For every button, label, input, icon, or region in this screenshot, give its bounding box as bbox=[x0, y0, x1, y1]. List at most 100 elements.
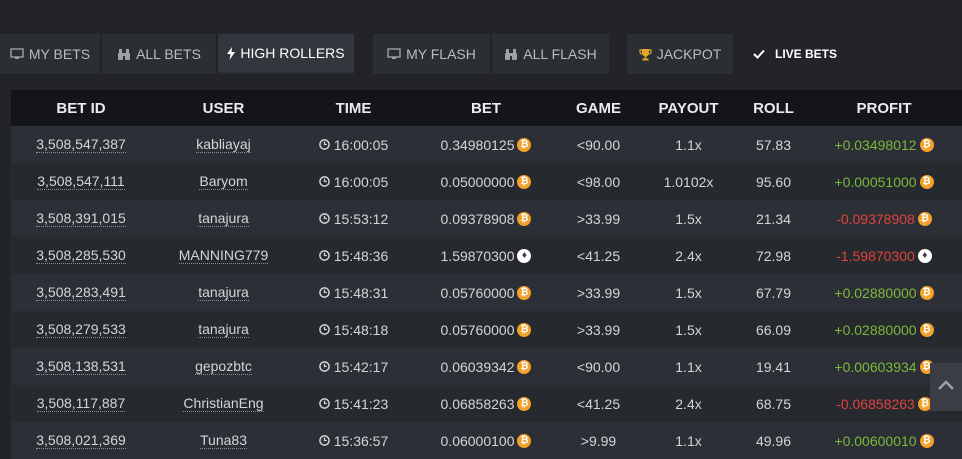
time-value: 15:36:57 bbox=[333, 432, 389, 449]
bet-amount: 0.05760000 bbox=[440, 284, 515, 301]
time-value: 15:41:23 bbox=[333, 395, 389, 412]
user-link[interactable]: gepozbtc bbox=[195, 358, 252, 375]
chevron-up-icon bbox=[937, 378, 955, 396]
time-value: 15:48:18 bbox=[333, 321, 389, 338]
table-header: BET ID USER TIME BET GAME PAYOUT ROLL PR… bbox=[11, 90, 962, 126]
btc-coin-icon: ₿ bbox=[919, 285, 934, 300]
monitor-icon bbox=[387, 48, 401, 60]
time-cell: 15:41:23 bbox=[296, 396, 411, 412]
game-cell: <41.25 bbox=[576, 395, 621, 412]
bet-amount: 0.06858263 bbox=[440, 395, 515, 412]
profit-cell: +0.02880000 ₿ bbox=[806, 285, 962, 301]
column-header-user: USER bbox=[202, 99, 245, 117]
roll-cell: 72.98 bbox=[755, 247, 792, 264]
profit-cell: +0.00600010 ₿ bbox=[806, 433, 962, 449]
roll-cell: 67.79 bbox=[755, 284, 792, 301]
bet-id-link[interactable]: 3,508,285,530 bbox=[36, 247, 126, 264]
table-row: 3,508,391,015 tanajura 15:53:12 0.09378908 ₿… bbox=[11, 200, 962, 237]
tab-my-bets[interactable]: MY BETS bbox=[0, 34, 100, 74]
user-cell: Tuna83 bbox=[151, 432, 296, 449]
profit-cell: +0.00051000 ₿ bbox=[806, 174, 962, 190]
btc-coin-icon: ₿ bbox=[517, 285, 532, 300]
user-link[interactable]: Tuna83 bbox=[200, 432, 247, 449]
user-link[interactable]: MANNING779 bbox=[178, 247, 269, 264]
tab-high-rollers[interactable]: HIGH ROLLERS bbox=[218, 34, 354, 74]
profit-cell: -0.09378908 ₿ bbox=[806, 211, 962, 227]
trophy-icon bbox=[639, 48, 652, 61]
bolt-icon bbox=[227, 46, 236, 60]
tab-jackpot[interactable]: JACKPOT bbox=[627, 34, 733, 74]
btc-coin-icon: ₿ bbox=[917, 211, 932, 226]
bet-id-link[interactable]: 3,508,547,387 bbox=[36, 136, 126, 153]
monitor-icon bbox=[10, 48, 24, 60]
tab-all-bets[interactable]: ALL BETS bbox=[102, 34, 216, 74]
bet-id-link[interactable]: 3,508,547,111 bbox=[37, 173, 125, 190]
tab-label: ALL BETS bbox=[136, 46, 201, 62]
time-value: 16:00:05 bbox=[333, 136, 389, 153]
user-link[interactable]: ChristianEng bbox=[183, 395, 264, 412]
profit-value: +0.00051000 bbox=[834, 173, 917, 190]
time-cell: 16:00:05 bbox=[296, 174, 411, 190]
clock-icon bbox=[318, 435, 334, 446]
user-cell: tanajura bbox=[151, 284, 296, 301]
column-header-profit: PROFIT bbox=[856, 99, 912, 117]
bet-id-link[interactable]: 3,508,138,531 bbox=[36, 358, 126, 375]
user-link[interactable]: Baryom bbox=[199, 173, 248, 190]
bet-id-link[interactable]: 3,508,021,369 bbox=[36, 432, 126, 449]
bet-id-link[interactable]: 3,508,279,533 bbox=[36, 321, 126, 338]
column-header-time: TIME bbox=[335, 99, 372, 117]
btc-coin-icon: ₿ bbox=[517, 137, 532, 152]
roll-cell: 49.96 bbox=[755, 432, 792, 449]
tab-all-flash[interactable]: ALL FLASH bbox=[492, 34, 609, 74]
payout-cell: 1.1x bbox=[675, 358, 702, 375]
bet-cell: 0.06000100 ₿ bbox=[411, 433, 561, 449]
bet-id-link[interactable]: 3,508,391,015 bbox=[36, 210, 126, 227]
user-cell: tanajura bbox=[151, 210, 296, 227]
tab-my-flash[interactable]: MY FLASH bbox=[373, 34, 490, 74]
btc-coin-icon: ₿ bbox=[517, 359, 532, 374]
tab-label: JACKPOT bbox=[656, 46, 722, 62]
profit-value: +0.00603934 bbox=[834, 358, 917, 375]
payout-cell: 1.5x bbox=[675, 321, 702, 338]
btc-coin-icon: ₿ bbox=[919, 433, 934, 448]
game-cell: <41.25 bbox=[576, 247, 621, 264]
tab-live-bets[interactable]: LIVE BETS bbox=[733, 34, 853, 74]
table-body: 3,508,547,387 kabliayaj 16:00:05 0.34980125… bbox=[11, 126, 962, 459]
payout-cell: 1.5x bbox=[675, 284, 702, 301]
bet-id-link[interactable]: 3,508,117,887 bbox=[36, 395, 126, 412]
roll-cell: 21.34 bbox=[755, 210, 792, 227]
column-header-bet-id: BET ID bbox=[56, 99, 106, 117]
time-cell: 15:42:17 bbox=[296, 359, 411, 375]
bet-amount: 0.06039342 bbox=[440, 358, 515, 375]
bet-id-link[interactable]: 3,508,283,491 bbox=[36, 284, 126, 301]
clock-icon bbox=[318, 139, 334, 150]
bet-cell: 0.06858263 ₿ bbox=[411, 396, 561, 412]
time-cell: 15:48:36 bbox=[296, 248, 411, 264]
bet-id-cell: 3,508,391,015 bbox=[11, 210, 151, 227]
user-link[interactable]: kabliayaj bbox=[196, 136, 251, 153]
table-row: 3,508,283,491 tanajura 15:48:31 0.05760000 ₿… bbox=[11, 274, 962, 311]
tab-label: LIVE BETS bbox=[775, 47, 838, 61]
eth-coin-icon: ♦ bbox=[517, 248, 532, 263]
game-cell: >33.99 bbox=[576, 210, 621, 227]
roll-cell: 66.09 bbox=[755, 321, 792, 338]
bet-cell: 0.09378908 ₿ bbox=[411, 211, 561, 227]
bet-id-cell: 3,508,021,369 bbox=[11, 432, 151, 449]
bet-cell: 0.34980125 ₿ bbox=[411, 137, 561, 153]
profit-value: +0.03498012 bbox=[834, 136, 917, 153]
user-link[interactable]: tanajura bbox=[198, 321, 249, 338]
profit-cell: -1.59870300 ♦ bbox=[806, 248, 962, 264]
user-cell: MANNING779 bbox=[151, 247, 296, 264]
time-value: 16:00:05 bbox=[333, 173, 389, 190]
tab-label: HIGH ROLLERS bbox=[240, 45, 345, 61]
user-link[interactable]: tanajura bbox=[198, 284, 249, 301]
btc-coin-icon: ₿ bbox=[919, 322, 934, 337]
tab-label: MY FLASH bbox=[406, 46, 476, 62]
game-cell: <90.00 bbox=[576, 136, 621, 153]
bet-amount: 1.59870300 bbox=[440, 247, 515, 264]
scroll-to-top-button[interactable] bbox=[930, 363, 962, 411]
bet-amount: 0.06000100 bbox=[440, 432, 515, 449]
eth-coin-icon: ♦ bbox=[917, 248, 932, 263]
btc-coin-icon: ₿ bbox=[517, 174, 532, 189]
user-link[interactable]: tanajura bbox=[198, 210, 249, 227]
